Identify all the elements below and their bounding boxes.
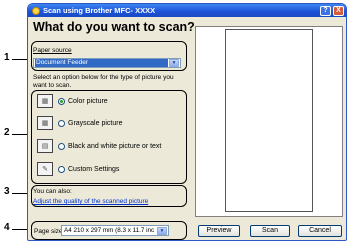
chevron-down-icon[interactable]: ▼	[157, 226, 167, 235]
callout-1: 1	[4, 52, 10, 63]
color-picture-icon: ▦	[37, 94, 53, 108]
option-bw-picture-or-text[interactable]: ▤ Black and white picture or text	[37, 139, 161, 153]
callout-3: 3	[4, 186, 10, 197]
cancel-button[interactable]: Cancel	[298, 225, 342, 237]
preview-page	[225, 29, 313, 212]
callout-4: 4	[4, 222, 10, 233]
callout-2: 2	[4, 127, 10, 138]
option-label: Grayscale picture	[68, 119, 123, 127]
options-prompt: Select an option below for the type of p…	[33, 74, 174, 89]
option-grayscale-picture[interactable]: ▦ Grayscale picture	[37, 116, 122, 130]
scanner-app-icon	[32, 6, 40, 15]
chevron-down-icon[interactable]: ▼	[169, 59, 179, 67]
option-color-picture[interactable]: ▦ Color picture	[37, 94, 108, 108]
radio-selected-dot	[60, 99, 63, 103]
paper-source-value: Document Feeder	[35, 59, 168, 67]
radio-grayscale-picture[interactable]	[58, 119, 65, 127]
grayscale-picture-icon: ▦	[37, 116, 53, 130]
scan-dialog: Scan using Brother MFC- XXXX ? X What do…	[27, 3, 347, 241]
radio-color-picture[interactable]	[58, 97, 65, 105]
page-size-value: A4 210 x 297 mm (8.3 x 11.7 inc	[64, 227, 155, 234]
option-label: Color picture	[68, 97, 108, 105]
radio-custom-settings[interactable]	[58, 165, 65, 173]
preview-button[interactable]: Preview	[198, 225, 240, 237]
window-title: Scan using Brother MFC- XXXX	[43, 6, 156, 15]
option-label: Black and white picture or text	[68, 142, 162, 150]
scan-button[interactable]: Scan	[250, 225, 290, 237]
page-title: What do you want to scan?	[33, 20, 195, 34]
help-button[interactable]: ?	[320, 5, 331, 16]
radio-bw-picture-or-text[interactable]	[58, 142, 65, 150]
paper-source-label: Paper source	[33, 47, 72, 54]
page-size-dropdown[interactable]: A4 210 x 297 mm (8.3 x 11.7 inc ▼	[61, 225, 169, 236]
adjust-quality-link[interactable]: Adjust the quality of the scanned pictur…	[33, 198, 148, 205]
custom-settings-icon: ✎	[37, 162, 53, 176]
bw-text-icon: ▤	[37, 139, 53, 153]
option-custom-settings[interactable]: ✎ Custom Settings	[37, 162, 119, 176]
option-label: Custom Settings	[68, 165, 120, 173]
page-size-label: Page size:	[34, 228, 65, 235]
title-bar[interactable]: Scan using Brother MFC- XXXX ? X	[28, 4, 346, 17]
close-button[interactable]: X	[333, 5, 344, 16]
also-label: You can also:	[33, 188, 72, 195]
paper-source-dropdown[interactable]: Document Feeder ▼	[33, 58, 181, 68]
